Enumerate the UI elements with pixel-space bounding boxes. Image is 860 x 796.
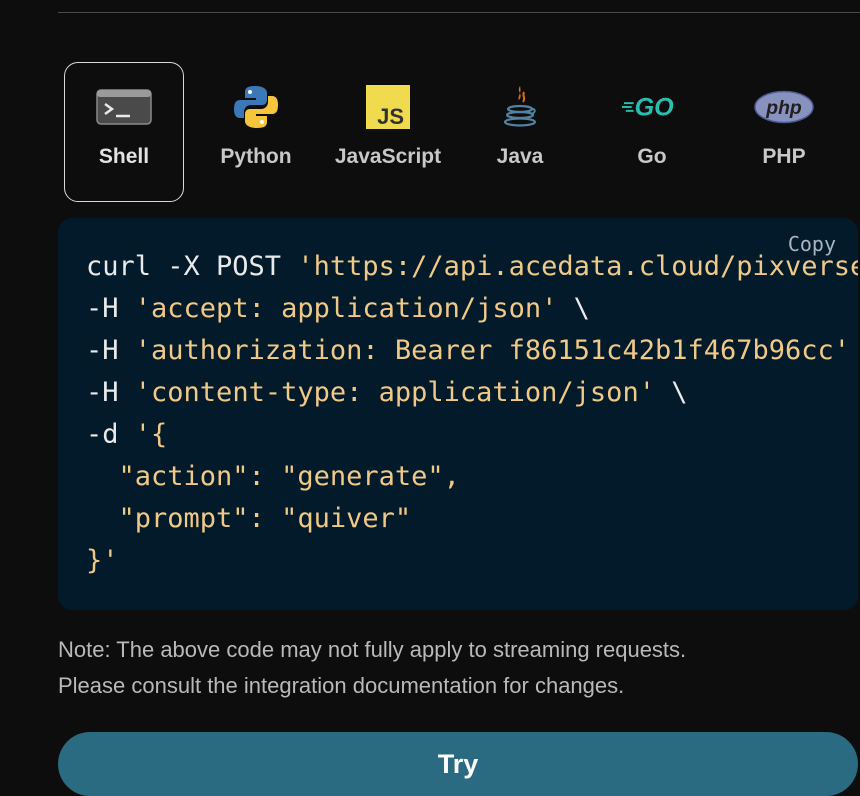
terminal-icon	[94, 83, 154, 131]
tab-label: Java	[496, 145, 544, 168]
code-sample-page: Shell Python JS JavaScript Java GO Go ph…	[0, 0, 860, 796]
javascript-logo-text: JS	[377, 104, 404, 129]
java-icon	[490, 83, 550, 131]
tab-java[interactable]: Java	[460, 62, 580, 202]
code-line: "prompt": "quiver"	[118, 503, 412, 534]
code-line: "action": "generate",	[118, 461, 460, 492]
divider	[58, 12, 860, 13]
go-icon: GO	[622, 83, 682, 131]
javascript-icon: JS	[358, 83, 418, 131]
note-line: Note: The above code may not fully apply…	[58, 637, 687, 662]
python-icon	[226, 83, 286, 131]
code-line: -d '{	[86, 419, 168, 450]
tab-label: Python	[220, 145, 292, 168]
tab-shell[interactable]: Shell	[64, 62, 184, 202]
code-line: curl -X POST 'https://api.acedata.cloud/…	[86, 251, 858, 282]
note-line: Please consult the integration documenta…	[58, 673, 625, 698]
code-line: -H 'accept: application/json' \	[86, 293, 590, 324]
php-logo-text: php	[765, 97, 802, 119]
try-button[interactable]: Try	[58, 732, 858, 796]
tab-python[interactable]: Python	[196, 62, 316, 202]
streaming-note: Note: The above code may not fully apply…	[58, 632, 848, 704]
tab-javascript[interactable]: JS JavaScript	[328, 62, 448, 202]
tab-label: PHP	[762, 145, 806, 168]
tab-go[interactable]: GO Go	[592, 62, 712, 202]
go-logo-text: GO	[635, 94, 675, 122]
tab-label: Shell	[98, 145, 150, 168]
code-line: -H 'content-type: application/json' \	[86, 377, 688, 408]
code-line: }'	[86, 545, 119, 576]
tab-label: JavaScript	[334, 145, 442, 168]
tab-php[interactable]: php PHP	[724, 62, 844, 202]
language-tabs: Shell Python JS JavaScript Java GO Go ph…	[64, 62, 844, 202]
code-block: Copy curl -X POST 'https://api.acedata.c…	[58, 218, 858, 610]
code-line: -H 'authorization: Bearer f86151c42b1f46…	[86, 335, 851, 366]
code-content: curl -X POST 'https://api.acedata.cloud/…	[86, 246, 858, 582]
tab-label: Go	[637, 145, 667, 168]
php-icon: php	[754, 83, 814, 131]
